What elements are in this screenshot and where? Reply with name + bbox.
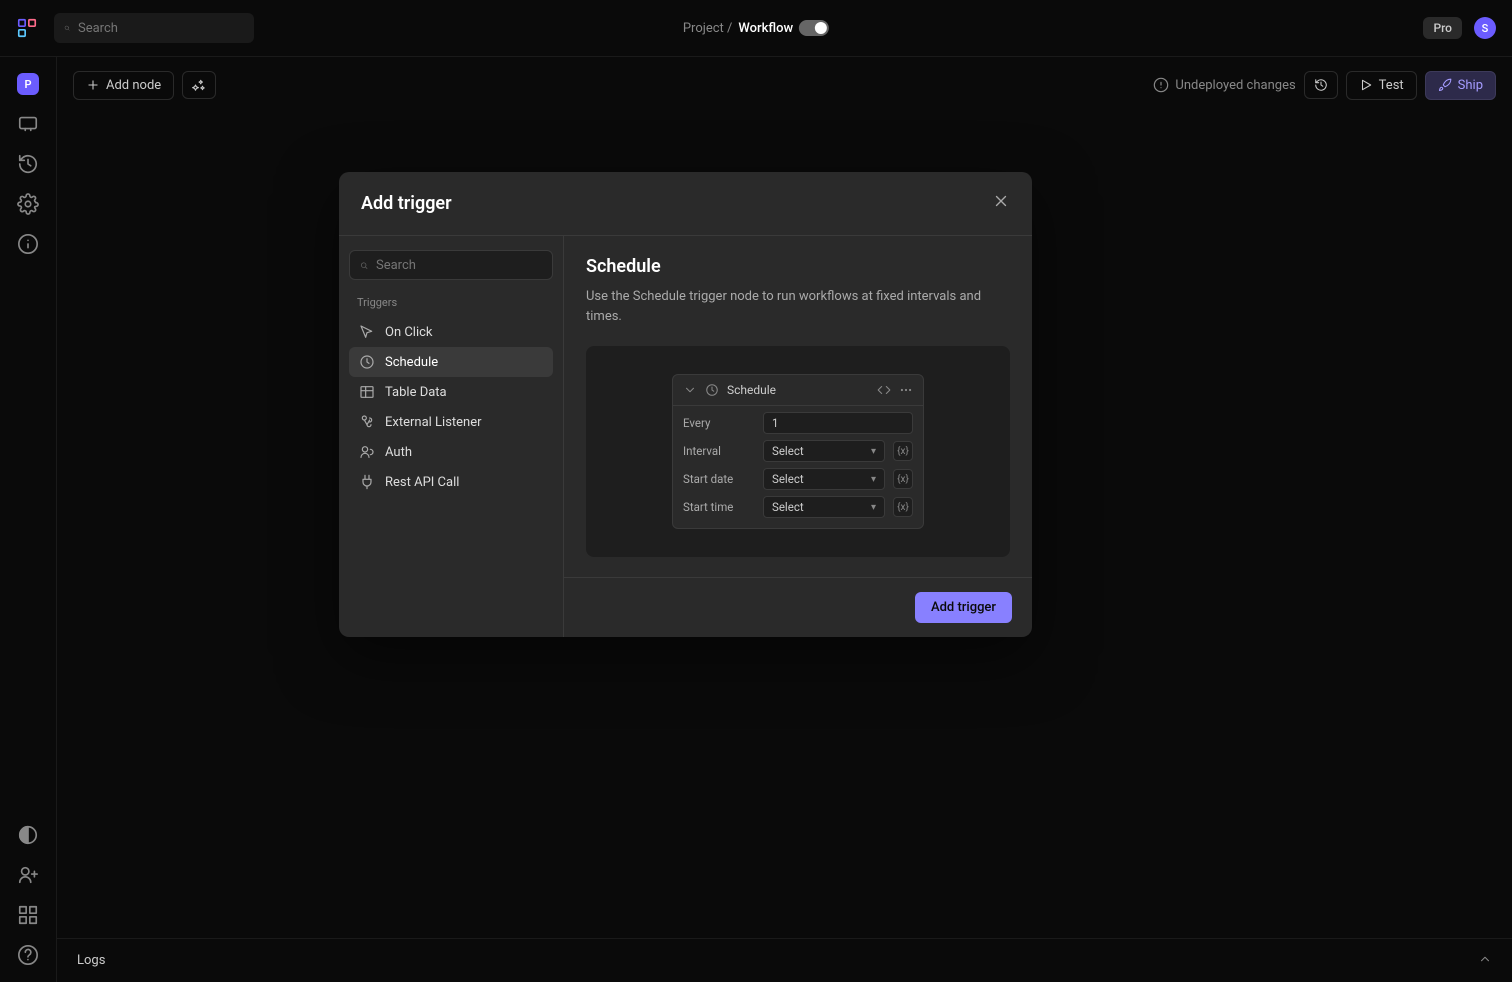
start-date-label: Start date (683, 472, 755, 486)
logs-expand-icon[interactable] (1478, 952, 1492, 970)
sidebar-apps-icon[interactable] (17, 904, 39, 926)
search-icon (64, 21, 70, 35)
add-node-button[interactable]: Add node (73, 71, 174, 100)
sidebar-info-icon[interactable] (17, 233, 39, 255)
logs-label[interactable]: Logs (77, 953, 105, 968)
start-time-var-button[interactable]: {x} (893, 497, 913, 517)
triggers-section-label: Triggers (349, 292, 553, 313)
clock-icon (359, 354, 375, 370)
history-icon (1314, 78, 1328, 92)
close-icon (992, 192, 1010, 210)
chevron-down-icon (683, 383, 697, 397)
cursor-icon (359, 324, 375, 340)
trigger-item-on-click[interactable]: On Click (349, 317, 553, 347)
global-search[interactable] (54, 13, 254, 43)
start-date-var-button[interactable]: {x} (893, 469, 913, 489)
ship-label: Ship (1458, 78, 1483, 93)
interval-select[interactable]: Select▾ (763, 440, 885, 462)
plus-icon (86, 78, 100, 92)
breadcrumb: Project / Workflow (683, 20, 829, 36)
magic-button[interactable] (182, 71, 216, 99)
start-date-select[interactable]: Select▾ (763, 468, 885, 490)
trigger-preview: Schedule Every 1 Interval Select▾ (586, 346, 1010, 557)
user-avatar[interactable]: S (1474, 17, 1496, 39)
trigger-item-rest-api[interactable]: Rest API Call (349, 467, 553, 497)
trigger-search-input[interactable] (376, 258, 542, 273)
trigger-detail-title: Schedule (586, 256, 1010, 277)
clock-icon (705, 383, 719, 397)
ship-button[interactable]: Ship (1425, 71, 1496, 100)
code-icon (877, 383, 891, 397)
chevron-up-icon (1478, 952, 1492, 966)
every-input[interactable]: 1 (763, 412, 913, 434)
sidebar-history-icon[interactable] (17, 153, 39, 175)
alert-icon (1153, 77, 1169, 93)
test-label: Test (1379, 78, 1404, 93)
start-time-label: Start time (683, 500, 755, 514)
workflow-toggle[interactable] (799, 20, 829, 36)
chevron-down-icon: ▾ (871, 502, 876, 513)
rocket-icon (1438, 78, 1452, 92)
test-button[interactable]: Test (1346, 71, 1417, 100)
breadcrumb-workflow[interactable]: Workflow (738, 21, 793, 36)
pro-badge[interactable]: Pro (1423, 17, 1462, 39)
chevron-down-icon: ▾ (871, 446, 876, 457)
modal-close-button[interactable] (992, 192, 1010, 215)
chevron-down-icon: ▾ (871, 474, 876, 485)
more-icon (899, 383, 913, 397)
trigger-item-external-listener[interactable]: External Listener (349, 407, 553, 437)
interval-var-button[interactable]: {x} (893, 441, 913, 461)
trigger-item-schedule[interactable]: Schedule (349, 347, 553, 377)
global-search-input[interactable] (78, 21, 244, 36)
trigger-item-table-data[interactable]: Table Data (349, 377, 553, 407)
trigger-search[interactable] (349, 250, 553, 280)
users-icon (359, 444, 375, 460)
webhook-icon (359, 414, 375, 430)
sidebar-invite-icon[interactable] (17, 864, 39, 886)
modal-title: Add trigger (361, 193, 452, 214)
sidebar-theme-icon[interactable] (17, 824, 39, 846)
play-icon (1359, 78, 1373, 92)
trigger-item-auth[interactable]: Auth (349, 437, 553, 467)
sidebar-project-icon[interactable]: P (17, 73, 39, 95)
search-icon (360, 259, 368, 272)
breadcrumb-project[interactable]: Project / (683, 21, 733, 36)
add-node-label: Add node (106, 78, 161, 93)
sidebar-settings-icon[interactable] (17, 193, 39, 215)
every-label: Every (683, 416, 755, 430)
sidebar-help-icon[interactable] (17, 944, 39, 966)
history-button[interactable] (1304, 71, 1338, 99)
node-title: Schedule (727, 383, 776, 397)
trigger-detail-description: Use the Schedule trigger node to run wor… (586, 287, 1010, 326)
sidebar-chat-icon[interactable] (17, 113, 39, 135)
deploy-status: Undeployed changes (1153, 77, 1295, 93)
preview-node: Schedule Every 1 Interval Select▾ (672, 374, 924, 529)
add-trigger-button[interactable]: Add trigger (915, 592, 1012, 623)
app-logo-icon[interactable] (16, 17, 38, 39)
interval-label: Interval (683, 444, 755, 458)
sparkle-icon (192, 78, 206, 92)
start-time-select[interactable]: Select▾ (763, 496, 885, 518)
plug-icon (359, 474, 375, 490)
add-trigger-modal: Add trigger Triggers On Click Schedule T… (339, 172, 1032, 637)
table-icon (359, 384, 375, 400)
